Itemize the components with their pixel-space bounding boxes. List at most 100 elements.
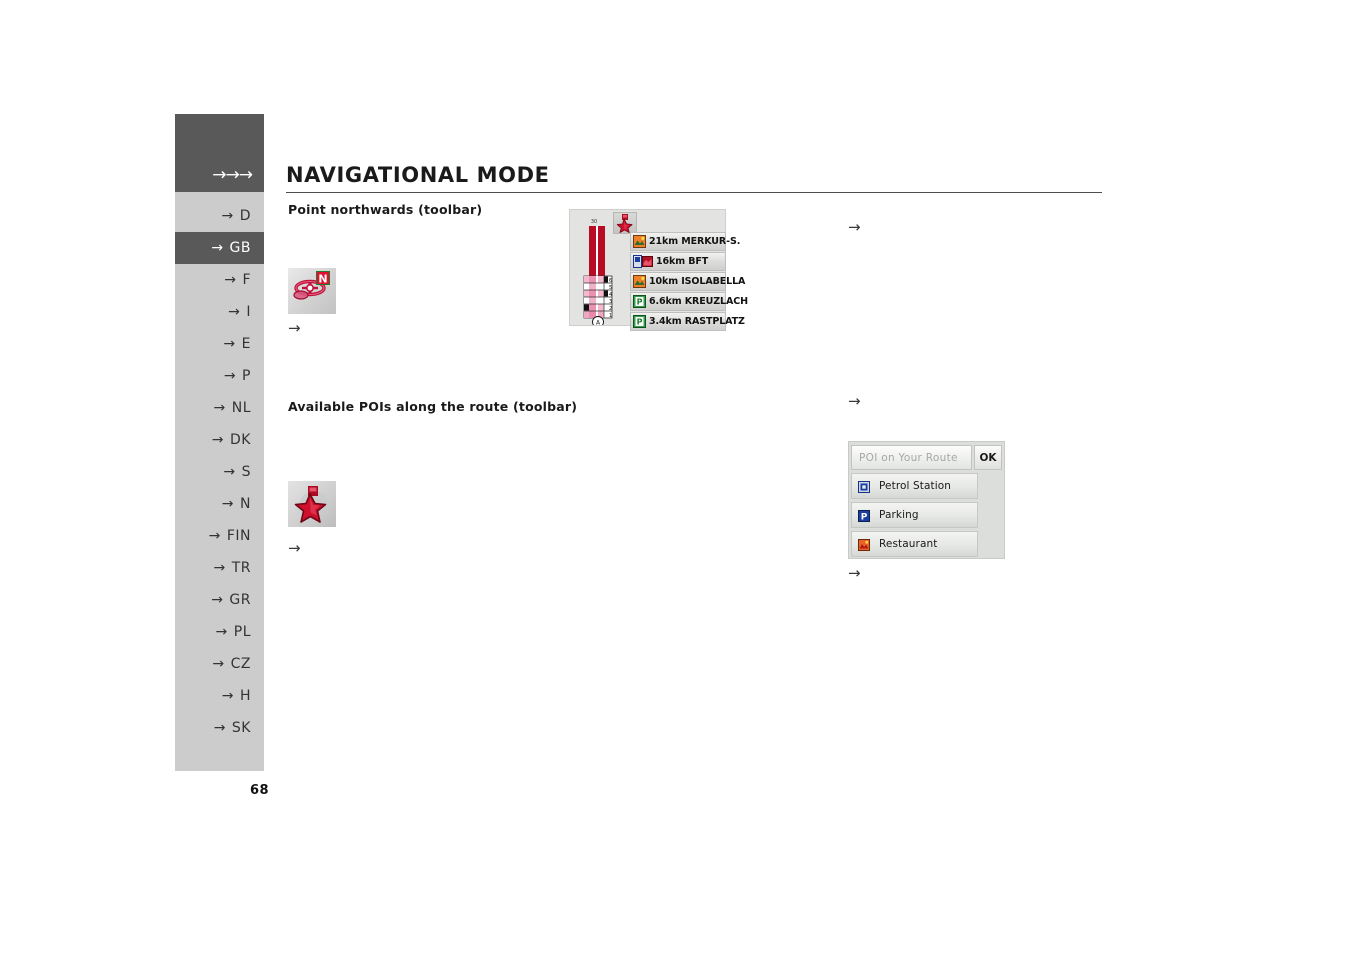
- title-divider: [286, 192, 1102, 193]
- arrow-icon: →: [213, 720, 226, 736]
- sidebar-item-dk[interactable]: → DK: [175, 424, 264, 456]
- scenic-poi-icon: [633, 275, 646, 288]
- arrow-icon: →: [213, 400, 226, 416]
- page-title: NAVIGATIONAL MODE: [286, 163, 550, 187]
- poi-star-toolbar-icon[interactable]: [613, 212, 637, 234]
- sidebar-item-label: CZ: [230, 656, 251, 672]
- sidebar-item-label: P: [242, 368, 251, 384]
- arrow-icon: →: [223, 336, 236, 352]
- svg-text:6: 6: [609, 278, 612, 284]
- sidebar-header: →→→: [175, 114, 264, 192]
- sidebar-item-label: PL: [233, 624, 251, 640]
- route-list-item[interactable]: 10km ISOLABELLA: [630, 272, 745, 291]
- petrol-station-icon: [858, 480, 870, 493]
- sidebar-item-label: NL: [231, 400, 251, 416]
- sidebar-item-sk[interactable]: → SK: [175, 712, 264, 744]
- arrow-icon: →: [212, 656, 225, 672]
- sidebar-item-label: H: [239, 688, 251, 704]
- arrow-icon: →: [211, 592, 224, 608]
- navigation-route-screenshot: 30 6 5 4 3 2 1 A 21km MERKUR-S. 16km BFT…: [569, 209, 748, 331]
- route-list-item[interactable]: P 6.6km KREUZLACH: [630, 292, 748, 311]
- arrow-icon: →: [211, 240, 224, 256]
- sidebar-item-label: F: [242, 272, 251, 288]
- poi-list-item[interactable]: Restaurant: [851, 531, 978, 557]
- sidebar-item-cz[interactable]: → CZ: [175, 648, 264, 680]
- route-list-item-label: 16km BFT: [656, 256, 709, 267]
- route-list-item-label: 10km ISOLABELLA: [649, 276, 746, 287]
- sidebar-item-gb[interactable]: → GB: [175, 232, 264, 264]
- sidebar-item-label: SK: [231, 720, 251, 736]
- arrow-icon: →: [221, 688, 234, 704]
- sidebar-item-label: S: [241, 464, 251, 480]
- route-poi-list: 21km MERKUR-S. 16km BFT 10km ISOLABELLA P 6.…: [630, 232, 748, 332]
- arrow-icon: →: [223, 368, 237, 384]
- sidebar-item-nl[interactable]: → NL: [175, 392, 264, 424]
- section-heading-point-northwards: Point northwards (toolbar): [288, 202, 483, 217]
- sidebar-item-fin[interactable]: → FIN: [175, 520, 264, 552]
- arrow-icon: →: [221, 496, 235, 512]
- poi-selection-dialog: POI on Your Route OK Petrol Station P Park…: [848, 441, 1005, 559]
- petrol-poi-icon: [633, 255, 653, 268]
- svg-text:5: 5: [609, 285, 612, 291]
- sidebar-item-label: I: [246, 304, 251, 320]
- scenic-poi-icon: [633, 235, 646, 248]
- restaurant-icon: [858, 538, 870, 551]
- svg-text:30: 30: [591, 219, 597, 225]
- sidebar-item-e[interactable]: → E: [175, 328, 264, 360]
- svg-text:N: N: [318, 273, 327, 286]
- point-northwards-toolbar-icon[interactable]: N: [288, 268, 336, 314]
- poi-list-item[interactable]: Petrol Station: [851, 473, 978, 499]
- sidebar-item-h[interactable]: → H: [175, 680, 264, 712]
- arrow-icon: →: [223, 464, 236, 480]
- sidebar-item-n[interactable]: → N: [175, 488, 264, 520]
- poi-list-item[interactable]: P Parking: [851, 502, 978, 528]
- poi-category-list: Petrol Station P Parking Restaurant: [849, 470, 980, 557]
- sidebar-item-tr[interactable]: → TR: [175, 552, 264, 584]
- language-list: → D → GB → F → I → E → P → NL → DK → S → N → FIN → TR → GR → PL → CZ →…: [175, 192, 264, 771]
- poi-search-input[interactable]: POI on Your Route: [851, 445, 972, 470]
- sidebar-item-gr[interactable]: → GR: [175, 584, 264, 616]
- sidebar-item-d[interactable]: → D: [175, 200, 264, 232]
- arrow-icon: →: [228, 304, 241, 320]
- parking-poi-icon: P: [633, 315, 646, 328]
- poi-search-placeholder: POI on Your Route: [859, 451, 958, 464]
- route-list-item[interactable]: P 3.4km RASTPLATZ: [630, 312, 745, 331]
- svg-text:2: 2: [609, 306, 612, 312]
- manual-page: →→→ → D → GB → F → I → E → P → NL → DK → S → N → FIN → TR → GR → PL…: [0, 0, 1351, 954]
- poi-list-item-label: Petrol Station: [879, 480, 952, 492]
- arrow-icon: →: [213, 560, 226, 576]
- sidebar-item-pl[interactable]: → PL: [175, 616, 264, 648]
- arrow-icon: →: [224, 272, 237, 288]
- sidebar-item-label: FIN: [226, 528, 251, 544]
- arrow-icon: →: [208, 528, 221, 544]
- parking-icon: P: [858, 509, 870, 522]
- section-arrow-northwards: →: [288, 319, 301, 337]
- language-sidebar: →→→ → D → GB → F → I → E → P → NL → DK → S → N → FIN → TR → GR → PL…: [175, 114, 264, 771]
- arrow-icon: →: [215, 624, 228, 640]
- svg-text:3: 3: [609, 299, 612, 305]
- parking-poi-icon: P: [633, 295, 646, 308]
- sidebar-item-label: E: [241, 336, 251, 352]
- svg-text:P: P: [637, 298, 643, 307]
- route-list-item[interactable]: 16km BFT: [630, 252, 726, 271]
- section-heading-available-pois: Available POIs along the route (toolbar): [288, 399, 578, 414]
- poi-ok-button[interactable]: OK: [974, 445, 1002, 470]
- sidebar-item-label: TR: [231, 560, 251, 576]
- route-list-item[interactable]: 21km MERKUR-S.: [630, 232, 740, 251]
- available-pois-toolbar-icon[interactable]: [288, 481, 336, 527]
- section-arrow-pois: →: [288, 539, 301, 557]
- svg-text:P: P: [861, 512, 868, 522]
- sidebar-item-label: N: [240, 496, 251, 512]
- route-list-item-label: 6.6km KREUZLACH: [649, 296, 748, 307]
- sidebar-item-s[interactable]: → S: [175, 456, 264, 488]
- svg-text:1: 1: [609, 313, 612, 319]
- sidebar-item-f[interactable]: → F: [175, 264, 264, 296]
- arrow-icon: →: [221, 208, 234, 224]
- sidebar-item-p[interactable]: → P: [175, 360, 264, 392]
- poi-dialog-topbar: POI on Your Route OK: [849, 442, 1004, 470]
- sidebar-item-i[interactable]: → I: [175, 296, 264, 328]
- right-arrow-bottom: →: [848, 564, 861, 582]
- header-arrows-icon: →→→: [212, 165, 253, 185]
- svg-text:4: 4: [609, 292, 612, 298]
- route-list-item-label: 21km MERKUR-S.: [649, 236, 741, 247]
